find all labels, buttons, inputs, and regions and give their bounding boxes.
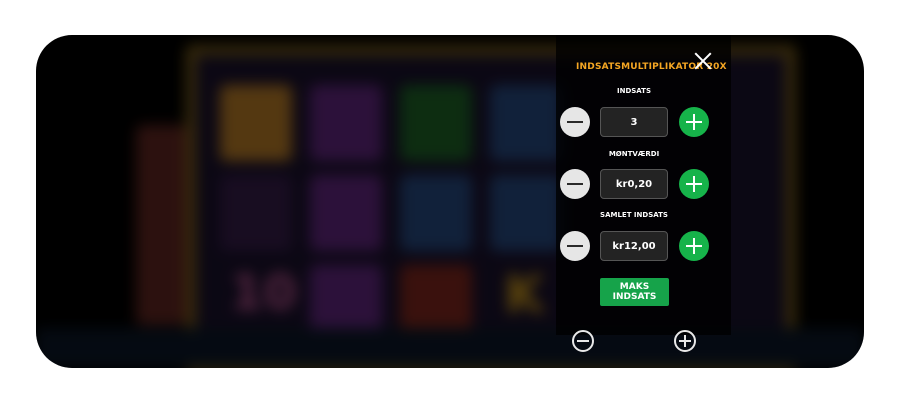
- minus-icon: [567, 183, 583, 185]
- game-bottom-bar: [36, 328, 864, 368]
- quick-increase-button[interactable]: [674, 330, 696, 352]
- max-bet-label-line1: MAKS: [619, 282, 650, 292]
- quick-decrease-button[interactable]: [572, 330, 594, 352]
- minus-icon: [567, 121, 583, 123]
- bet-value: 3: [600, 107, 668, 137]
- bet-increase-button[interactable]: [679, 107, 709, 137]
- bet-label: INDSATS: [616, 87, 651, 95]
- close-icon[interactable]: [694, 52, 712, 70]
- minus-icon: [577, 340, 589, 342]
- game-screen: 10 K INDSATSMULTIPLIKATOR 20x INDSATS: [36, 35, 864, 368]
- coin-value-increase-button[interactable]: [679, 169, 709, 199]
- blurred-game-background: 10 K: [36, 35, 864, 368]
- total-bet-label: SAMLET INDSATS: [600, 211, 668, 219]
- coin-value: kr0,20: [600, 169, 668, 199]
- max-bet-button[interactable]: MAKS INDSATS: [600, 278, 669, 306]
- total-bet-increase-button[interactable]: [679, 231, 709, 261]
- total-bet-decrease-button[interactable]: [560, 231, 590, 261]
- total-bet-value: kr12,00: [600, 231, 668, 261]
- minus-icon: [567, 245, 583, 247]
- max-bet-label-line2: INDSATS: [612, 292, 657, 302]
- side-decoration: [136, 125, 186, 325]
- slot-symbol-k: K: [504, 265, 545, 325]
- coin-value-label: MØNTVÆRDI: [608, 150, 660, 158]
- slot-symbol-10: 10: [230, 265, 297, 321]
- bet-decrease-button[interactable]: [560, 107, 590, 137]
- coin-value-decrease-button[interactable]: [560, 169, 590, 199]
